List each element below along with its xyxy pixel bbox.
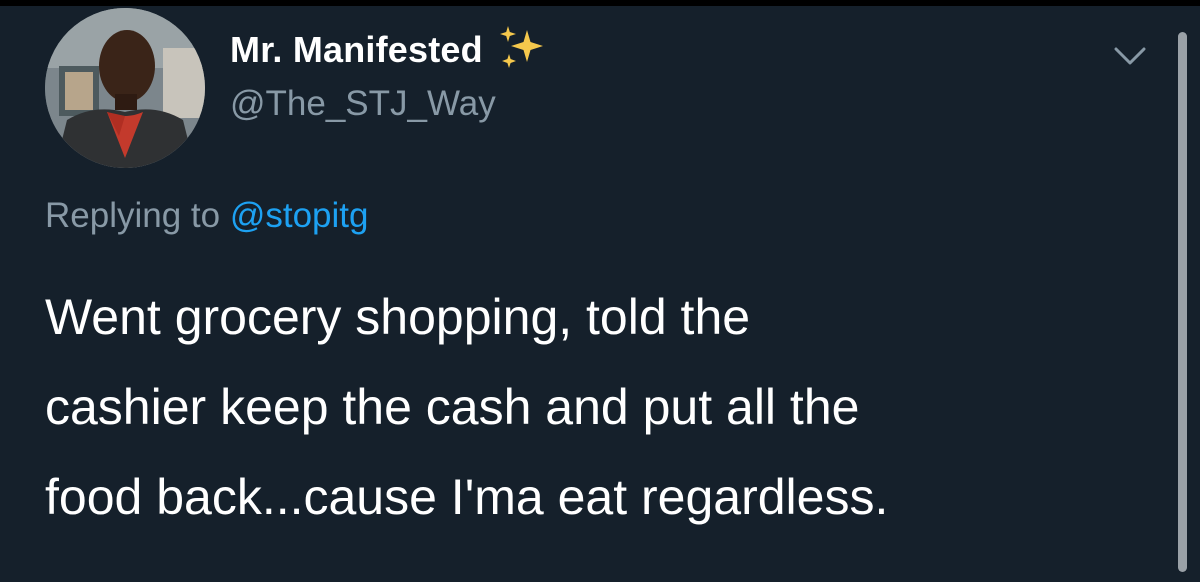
tweet-text-line: Went grocery shopping, told the (45, 289, 751, 345)
tweet-text-line: food back...cause I'ma eat regardless. (45, 469, 889, 525)
tweet-text: Went grocery shopping, told the cashier … (45, 272, 1155, 542)
avatar-image (45, 8, 205, 168)
name-row: Mr. Manifested (230, 26, 549, 72)
author-handle[interactable]: @The_STJ_Way (230, 84, 549, 124)
avatar[interactable] (45, 8, 205, 168)
display-name[interactable]: Mr. Manifested (230, 29, 483, 71)
replying-to: Replying to @stopitg (45, 196, 368, 236)
reply-handle-link[interactable]: @stopitg (230, 196, 369, 235)
scrollbar[interactable] (1178, 32, 1187, 572)
replying-to-label: Replying to (45, 196, 230, 235)
tweet-text-line: cashier keep the cash and put all the (45, 379, 860, 435)
tweet-header: Mr. Manifested @The_STJ_Way (230, 26, 549, 124)
chevron-down-icon[interactable] (1112, 44, 1148, 68)
tweet: Mr. Manifested @The_STJ_Way Replying to … (0, 6, 1200, 582)
sparkles-icon (499, 26, 543, 68)
